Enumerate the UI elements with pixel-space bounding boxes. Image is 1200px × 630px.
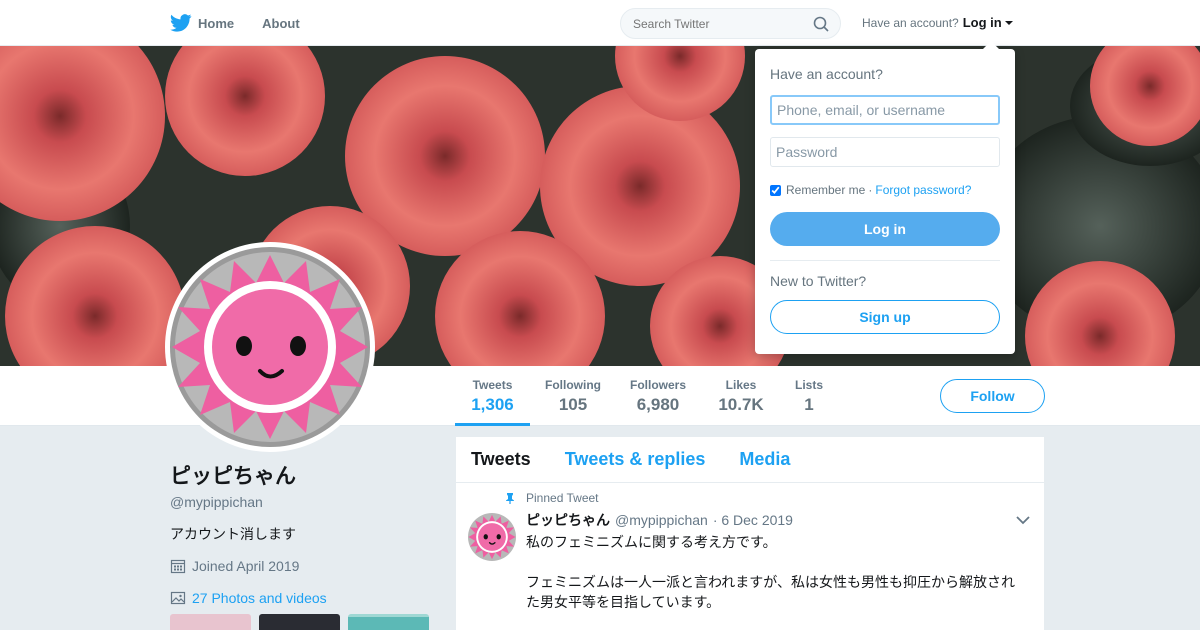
tweet-date[interactable]: · 6 Dec 2019 <box>713 512 793 528</box>
joined-text: Joined April 2019 <box>192 558 300 574</box>
stat-label: Likes <box>725 378 757 392</box>
pin-icon <box>506 493 514 504</box>
search-box[interactable] <box>620 8 841 39</box>
pinned-label: Pinned Tweet <box>526 491 599 505</box>
tweet-avatar[interactable] <box>468 513 516 561</box>
divider <box>770 260 1000 261</box>
photo-icon <box>170 591 186 605</box>
stat-following[interactable]: Following 105 <box>540 366 606 426</box>
stat-value: 105 <box>558 395 588 414</box>
separator-dot: · <box>868 183 873 197</box>
password-field[interactable] <box>770 137 1000 167</box>
tab-tweets[interactable]: Tweets <box>471 449 531 470</box>
profile-handle[interactable]: @mypippichan <box>170 494 440 510</box>
tab-media[interactable]: Media <box>739 449 790 470</box>
stat-tweets[interactable]: Tweets 1,306 <box>455 366 530 426</box>
twitter-bird-icon[interactable] <box>170 14 192 32</box>
tweet-header: ピッピちゃん @mypippichan · 6 Dec 2019 <box>526 510 1029 530</box>
caret-down-icon[interactable] <box>1004 20 1013 25</box>
pinned-tweet[interactable]: Pinned Tweet ピッピちゃん @mypippichan · 6 Dec… <box>456 483 1044 612</box>
stat-value: 10.7K <box>718 395 764 414</box>
tweet-text: 私のフェミニズムに関する考え方です。 フェミニズムは一人一派と言われますが、私は… <box>526 532 1029 612</box>
stat-label: Lists <box>794 378 823 392</box>
search-input[interactable] <box>621 9 801 38</box>
tweet-text-line: フェミニズムは一人一派と言われますが、私は女性も男性も抑圧から解放された男女平等… <box>526 574 1016 610</box>
top-navigation: Home About Have an account? Log in <box>0 0 1200 46</box>
stat-label: Tweets <box>472 378 513 392</box>
stat-value: 6,980 <box>636 395 680 414</box>
profile-avatar[interactable] <box>165 242 375 452</box>
search-icon[interactable] <box>813 16 829 32</box>
stat-value: 1,306 <box>471 395 514 414</box>
nav-about-link[interactable]: About <box>262 16 300 31</box>
stat-label: Followers <box>629 378 686 392</box>
forgot-password-link[interactable]: Forgot password? <box>875 183 971 197</box>
profile-info: ピッピちゃん @mypippichan アカウント消します Joined Apr… <box>170 460 440 630</box>
dropdown-title: Have an account? <box>770 66 883 82</box>
signup-button[interactable]: Sign up <box>770 300 1000 334</box>
nav-left: Home About <box>170 0 328 46</box>
remember-me-label[interactable]: Remember me <box>786 183 865 197</box>
stat-likes[interactable]: Likes 10.7K <box>710 366 772 426</box>
photo-thumbnails <box>170 614 440 630</box>
photo-thumbnail[interactable] <box>259 614 340 630</box>
tweet-author-name[interactable]: ピッピちゃん <box>526 510 610 530</box>
login-dropdown: Have an account? Remember me · Forgot pa… <box>755 41 1015 354</box>
profile-name[interactable]: ピッピちゃん <box>170 460 440 490</box>
stat-lists[interactable]: Lists 1 <box>790 366 828 426</box>
pinned-indicator: Pinned Tweet <box>504 491 1029 505</box>
timeline: Tweets Tweets & replies Media Pinned Twe… <box>456 437 1044 630</box>
dropdown-arrow <box>983 41 999 49</box>
account-menu[interactable]: Have an account? Log in <box>862 15 1013 30</box>
tab-tweets-replies[interactable]: Tweets & replies <box>565 449 706 470</box>
login-button[interactable]: Log in <box>770 212 1000 246</box>
photos-videos-link[interactable]: 27 Photos and videos <box>170 590 440 606</box>
remember-me-checkbox[interactable] <box>770 184 781 196</box>
tweet-avatar-image <box>468 513 516 561</box>
tweet-author-handle[interactable]: @mypippichan <box>615 512 708 528</box>
chevron-down-icon[interactable] <box>1016 515 1030 525</box>
have-account-label: Have an account? <box>862 15 959 30</box>
profile-joined: Joined April 2019 <box>170 558 440 574</box>
photo-thumbnail[interactable] <box>170 614 251 630</box>
username-field[interactable] <box>770 95 1000 125</box>
remember-row: Remember me · Forgot password? <box>770 183 971 197</box>
photos-link-text[interactable]: 27 Photos and videos <box>192 590 327 606</box>
stat-followers[interactable]: Followers 6,980 <box>625 366 691 426</box>
nav-home-link[interactable]: Home <box>198 16 234 31</box>
timeline-tabs: Tweets Tweets & replies Media <box>456 437 1044 483</box>
avatar-sun-image <box>170 247 370 447</box>
tweet-text-line: 私のフェミニズムに関する考え方です。 <box>526 534 777 550</box>
photo-thumbnail[interactable] <box>348 614 429 630</box>
new-to-twitter-label: New to Twitter? <box>770 273 867 289</box>
login-menu-toggle[interactable]: Log in <box>963 15 1002 30</box>
stat-label: Following <box>545 378 601 392</box>
calendar-icon <box>170 559 186 574</box>
profile-bio: アカウント消します <box>170 526 296 542</box>
stat-value: 1 <box>804 395 814 414</box>
follow-button[interactable]: Follow <box>940 379 1045 413</box>
